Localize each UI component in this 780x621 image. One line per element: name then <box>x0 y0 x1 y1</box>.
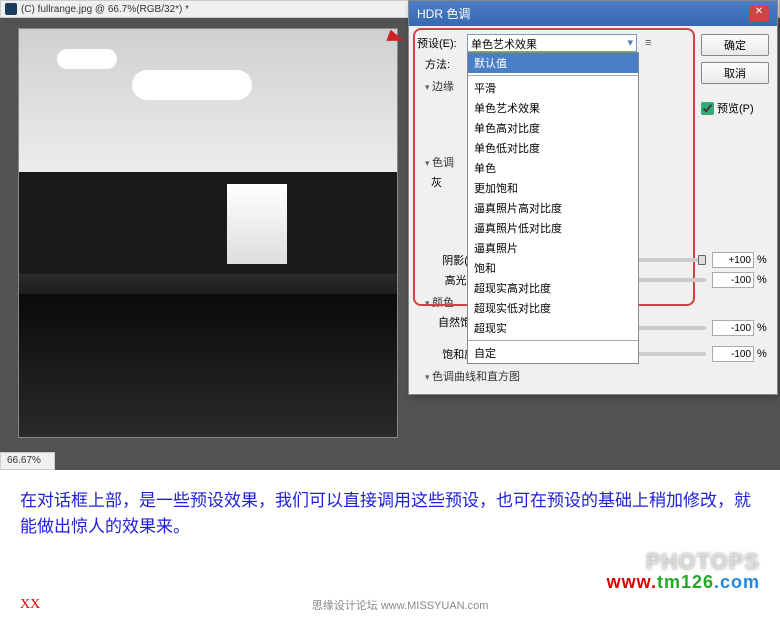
preset-option[interactable]: 饱和 <box>468 258 638 278</box>
preset-option[interactable]: 逼真照片高对比度 <box>468 198 638 218</box>
forum-credit: 思缘设计论坛 www.MISSYUAN.com <box>312 597 489 613</box>
image-preview <box>19 29 397 437</box>
preset-option[interactable]: 逼真照片 <box>468 238 638 258</box>
preset-option[interactable]: 更加饱和 <box>468 178 638 198</box>
preset-option[interactable]: 默认值 <box>468 53 638 73</box>
preset-option[interactable]: 单色低对比度 <box>468 138 638 158</box>
pct-unit: % <box>757 322 769 334</box>
pct-unit: % <box>757 274 769 286</box>
preset-option[interactable]: 超现实高对比度 <box>468 278 638 298</box>
preview-checkbox[interactable]: 预览(P) <box>701 100 769 116</box>
pct-unit: % <box>757 348 769 360</box>
preset-option[interactable]: 平滑 <box>468 78 638 98</box>
cancel-button[interactable]: 取消 <box>701 62 769 84</box>
preset-option[interactable]: 自定 <box>468 343 638 363</box>
watermark-url: www.tm126.com <box>607 572 760 593</box>
tutorial-caption: 在对话框上部，是一些预设效果，我们可以直接调用这些预设，也可在预设的基础上稍加修… <box>0 470 780 547</box>
preset-dropdown[interactable]: 单色艺术效果 <box>467 34 637 52</box>
close-icon[interactable]: ✕ <box>749 6 769 22</box>
ok-button[interactable]: 确定 <box>701 34 769 56</box>
ps-icon <box>5 3 17 15</box>
preset-label: 预设(E): <box>417 35 467 51</box>
zoom-level[interactable]: 66.67% <box>0 452 55 470</box>
preset-option[interactable]: 单色高对比度 <box>468 118 638 138</box>
canvas[interactable] <box>18 28 398 438</box>
shadow-input[interactable] <box>712 252 754 268</box>
dialog-title-text: HDR 色调 <box>417 5 470 22</box>
photoshop-window: (C) fullrange.jpg @ 66.7%(RGB/32*) * 66.… <box>0 0 780 470</box>
preview-label: 预览(P) <box>717 100 754 116</box>
vibrance-input[interactable] <box>712 320 754 336</box>
preset-option[interactable]: 超现实低对比度 <box>468 298 638 318</box>
document-title: (C) fullrange.jpg @ 66.7%(RGB/32*) * <box>21 4 189 15</box>
preset-dropdown-list[interactable]: 默认值 平滑 单色艺术效果 单色高对比度 单色低对比度 单色 更加饱和 逼真照片… <box>467 52 639 364</box>
highlight-input[interactable] <box>712 272 754 288</box>
preview-checkbox-input[interactable] <box>701 102 714 115</box>
section-curve[interactable]: 色调曲线和直方图 <box>425 368 769 384</box>
pct-unit: % <box>757 254 769 266</box>
hdr-toning-dialog: HDR 色调 ✕ 确定 取消 预览(P) 预设(E): 单色艺术效果 ≡ <box>408 0 778 395</box>
preset-option[interactable]: 单色艺术效果 <box>468 98 638 118</box>
xx-mark: XX <box>20 597 40 613</box>
preset-menu-icon[interactable]: ≡ <box>645 37 651 49</box>
preset-option[interactable]: 单色 <box>468 158 638 178</box>
preset-value: 单色艺术效果 <box>471 39 537 51</box>
saturation-input[interactable] <box>712 346 754 362</box>
dialog-titlebar[interactable]: HDR 色调 ✕ <box>409 1 777 26</box>
preset-option[interactable]: 超现实 <box>468 318 638 338</box>
method-label: 方法: <box>425 59 450 71</box>
preset-option[interactable]: 逼真照片低对比度 <box>468 218 638 238</box>
